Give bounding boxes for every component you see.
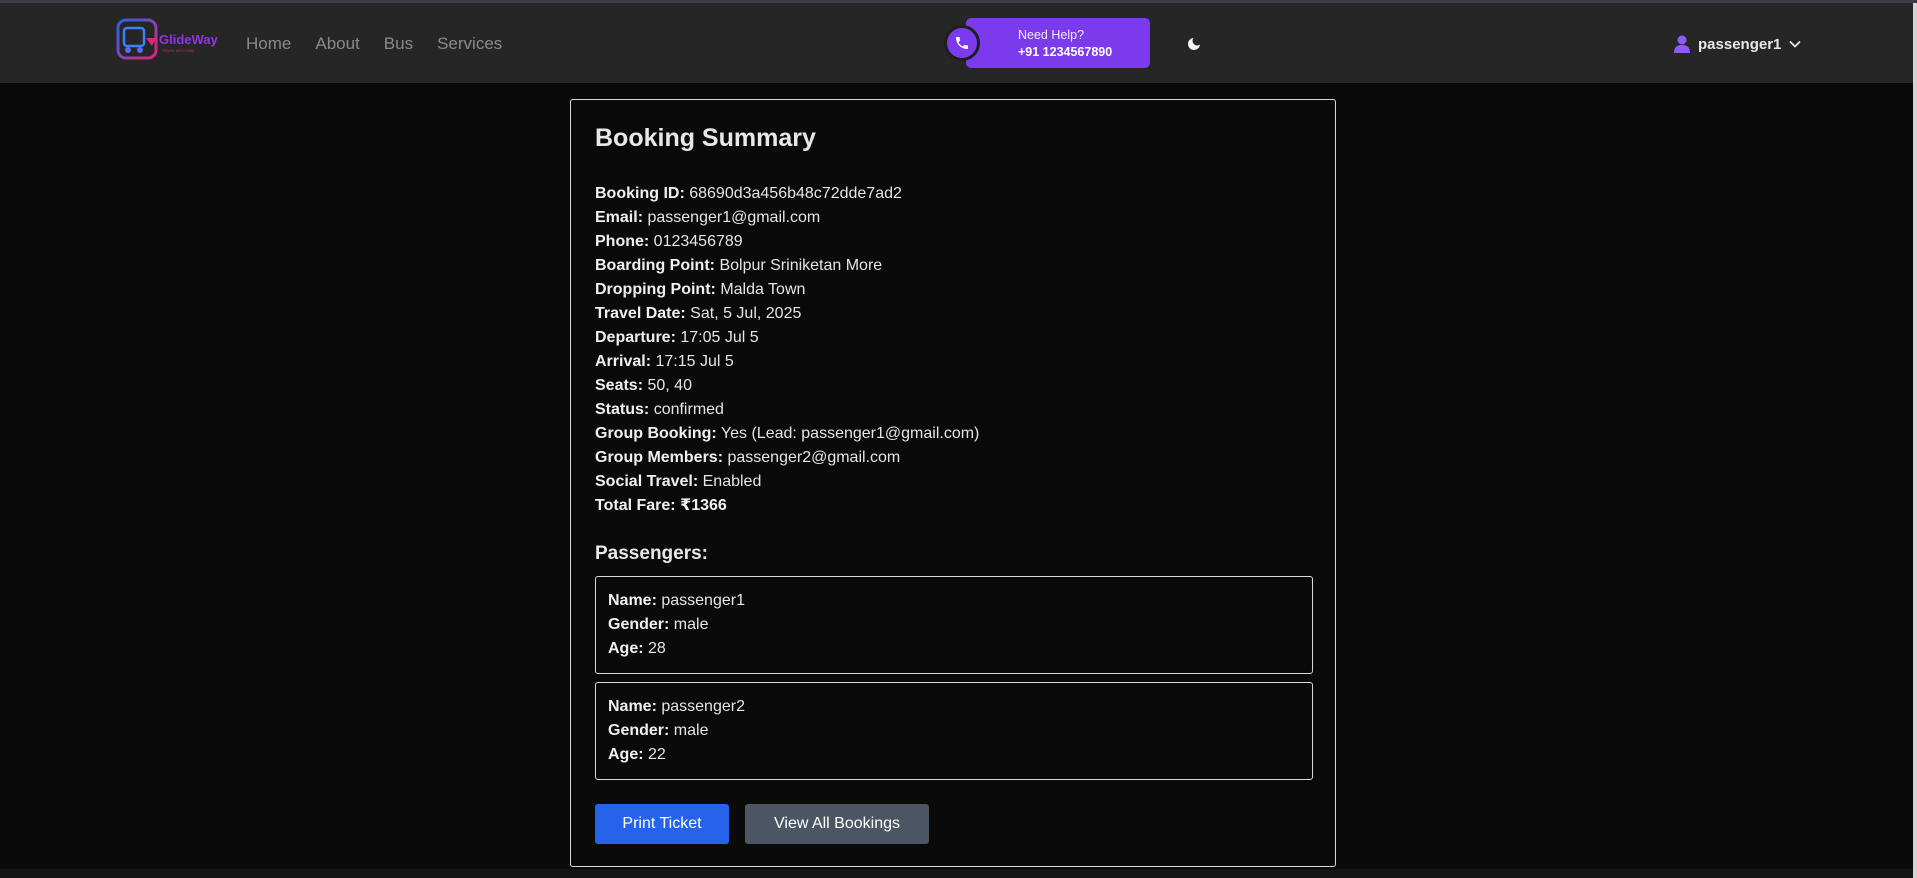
detail-departure: Departure: 17:05 Jul 5 [595, 329, 759, 346]
detail-booking-id: Booking ID: 68690d3a456b48c72dde7ad2 [595, 185, 902, 202]
booking-details: Booking ID: 68690d3a456b48c72dde7ad2 Ema… [595, 182, 979, 518]
help-contact[interactable]: Need Help? +91 1234567890 [944, 18, 1150, 69]
print-ticket-button[interactable]: Print Ticket [595, 804, 729, 844]
chevron-down-icon [1789, 40, 1802, 48]
main-nav: Home About Bus Services [246, 34, 502, 54]
user-icon [1674, 35, 1690, 53]
navbar: GlideWay TRAVEL WITH EASE Home About Bus… [0, 3, 1913, 83]
logo-wordmark: GlideWay [159, 32, 218, 47]
passengers-heading: Passengers: [595, 543, 709, 564]
page-scrollbar[interactable] [1913, 3, 1917, 878]
passenger-gender: Gender: male [608, 722, 709, 739]
bus-logo-icon: GlideWay TRAVEL WITH EASE [116, 18, 219, 60]
passenger-age: Age: 28 [608, 640, 666, 657]
detail-status: Status: confirmed [595, 401, 724, 418]
detail-boarding-point: Boarding Point: Bolpur Sriniketan More [595, 257, 883, 274]
detail-social-travel: Social Travel: Enabled [595, 473, 762, 490]
glideway-logo[interactable]: GlideWay TRAVEL WITH EASE [116, 16, 219, 64]
logo-tagline: TRAVEL WITH EASE [162, 49, 195, 53]
passenger-card: Name: passenger2 Gender: male Age: 22 [595, 682, 1313, 780]
help-phone-number: +91 1234567890 [1018, 45, 1113, 59]
nav-bus[interactable]: Bus [384, 34, 413, 54]
detail-travel-date: Travel Date: Sat, 5 Jul, 2025 [595, 305, 802, 322]
page-title: Booking Summary [595, 124, 816, 152]
phone-icon [944, 25, 980, 61]
user-name: passenger1 [1698, 35, 1782, 53]
help-title: Need Help? [1018, 28, 1085, 42]
passenger-name: Name: passenger2 [608, 698, 745, 715]
detail-group-members: Group Members: passenger2@gmail.com [595, 449, 901, 466]
user-menu[interactable]: passenger1 [1674, 35, 1802, 53]
page-bottom-strip [0, 869, 1913, 878]
passenger-card: Name: passenger1 Gender: male Age: 28 [595, 576, 1313, 674]
passenger-gender: Gender: male [608, 616, 709, 633]
detail-arrival: Arrival: 17:15 Jul 5 [595, 353, 734, 370]
booking-summary-card: Booking Summary Booking ID: 68690d3a456b… [570, 99, 1336, 867]
passenger-name: Name: passenger1 [608, 592, 745, 609]
detail-phone: Phone: 0123456789 [595, 233, 743, 250]
theme-toggle[interactable] [1186, 36, 1202, 52]
detail-email: Email: passenger1@gmail.com [595, 209, 821, 226]
detail-group-booking: Group Booking: Yes (Lead: passenger1@gma… [595, 425, 980, 442]
view-all-bookings-button[interactable]: View All Bookings [745, 804, 929, 844]
nav-home[interactable]: Home [246, 34, 291, 54]
detail-total-fare: Total Fare: ₹1366 [595, 497, 727, 514]
passenger-age: Age: 22 [608, 746, 666, 763]
nav-services[interactable]: Services [437, 34, 502, 54]
help-box: Need Help? +91 1234567890 [966, 18, 1150, 68]
nav-about[interactable]: About [315, 34, 359, 54]
detail-dropping-point: Dropping Point: Malda Town [595, 281, 806, 298]
detail-seats: Seats: 50, 40 [595, 377, 692, 394]
moon-icon [1188, 38, 1200, 50]
